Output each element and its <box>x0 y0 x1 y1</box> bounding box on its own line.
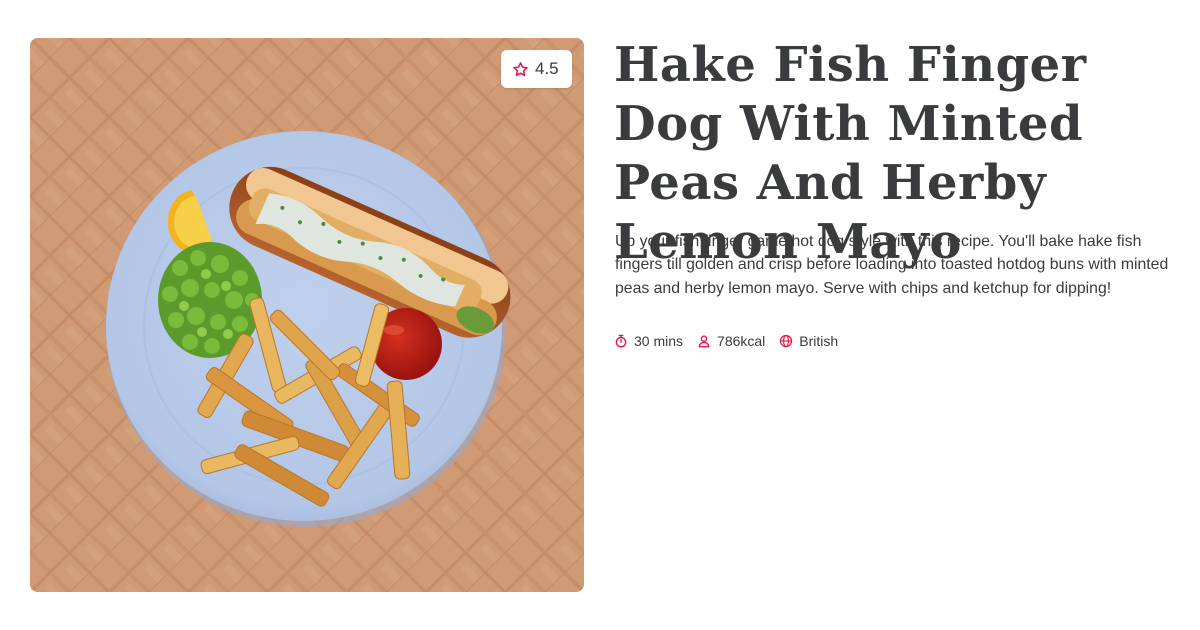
person-icon <box>698 335 710 348</box>
meta-cook-time: 30 mins <box>614 333 683 349</box>
cook-time-text: 30 mins <box>634 333 684 349</box>
star-icon <box>513 61 528 76</box>
recipe-image[interactable] <box>30 38 584 592</box>
recipe-description: Up your fish finger game hot dog style w… <box>615 233 1169 297</box>
rating-badge[interactable]: 4.5 <box>501 50 572 88</box>
calories-text: 786kcal <box>717 333 766 349</box>
meta-cuisine: British <box>779 333 838 349</box>
rating-value: 4.5 <box>535 59 559 78</box>
globe-icon <box>780 334 793 348</box>
recipe-card: 4.5 Hake Fish Finger Dog With Minted Pea… <box>0 0 1200 630</box>
meta-calories: 786kcal <box>697 333 765 349</box>
recipe-meta: 30 mins 786kcal British <box>614 331 838 351</box>
cuisine-text: British <box>799 333 839 349</box>
timer-icon <box>615 334 627 348</box>
food-photo <box>30 38 584 592</box>
